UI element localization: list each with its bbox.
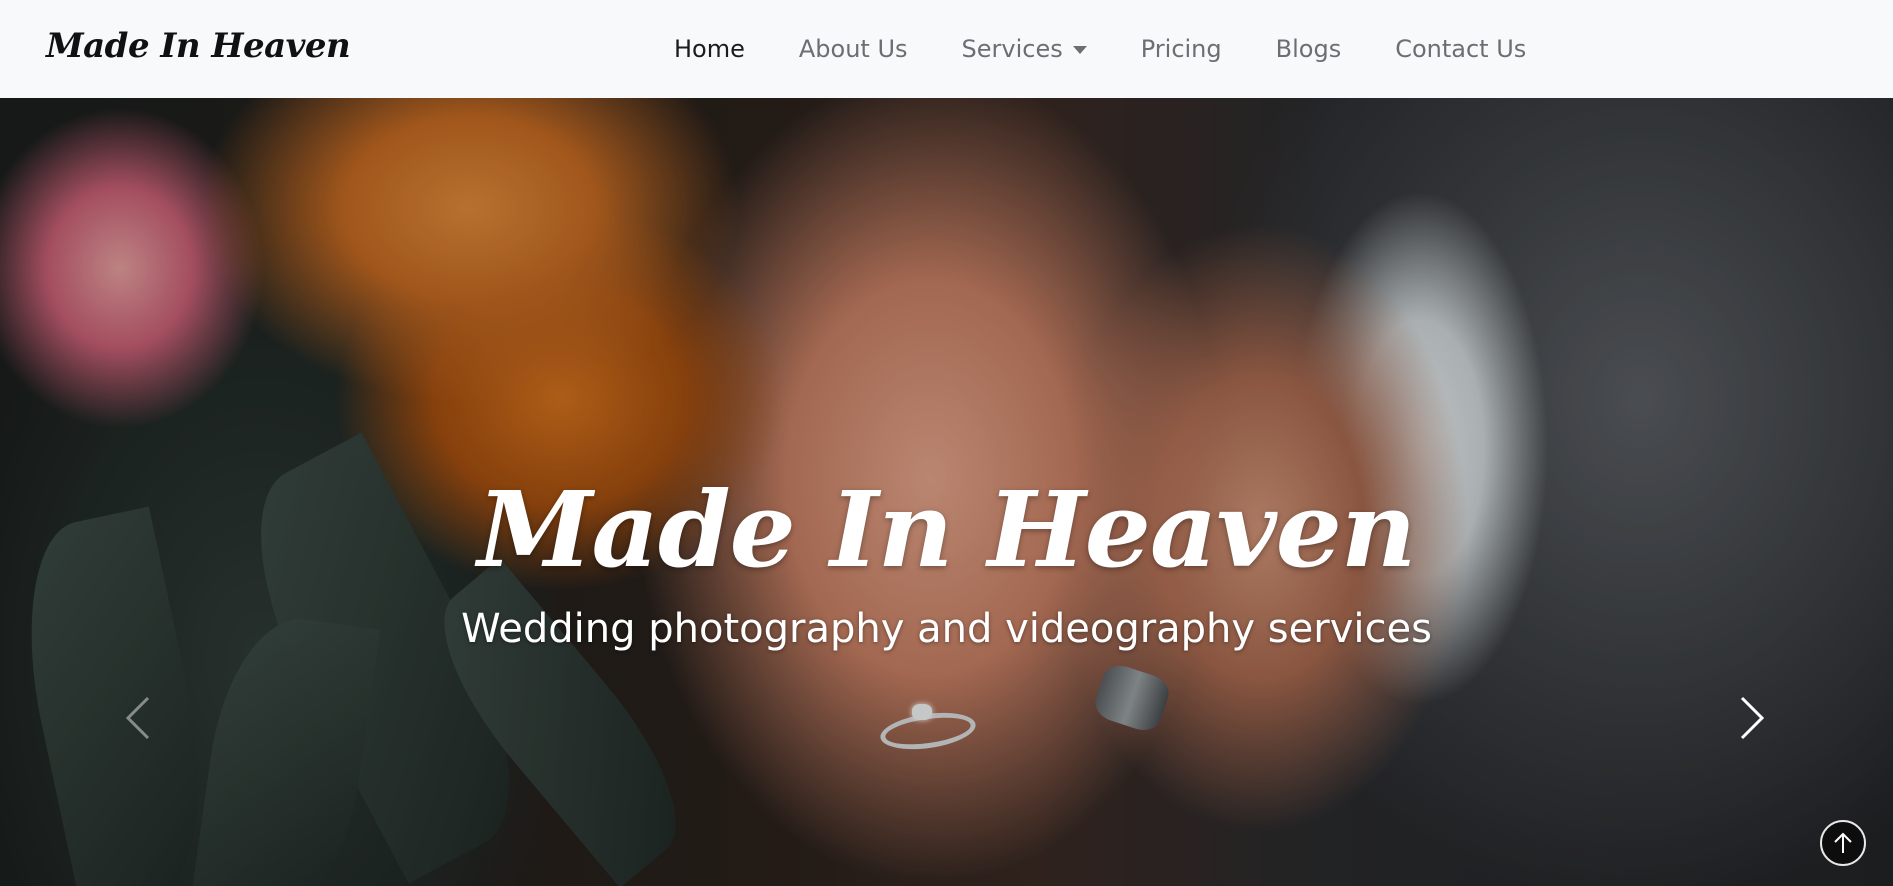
navbar: Made In Heaven Home About Us Services Pr… bbox=[0, 0, 1893, 98]
nav-item-about-us[interactable]: About Us bbox=[799, 35, 908, 63]
back-to-top-button[interactable] bbox=[1820, 820, 1866, 866]
arrow-up-icon bbox=[1834, 832, 1852, 853]
chevron-right-icon bbox=[1740, 696, 1765, 740]
nav-item-pricing[interactable]: Pricing bbox=[1141, 35, 1222, 63]
nav-item-blogs[interactable]: Blogs bbox=[1276, 35, 1342, 63]
hero-subtitle: Wedding photography and videography serv… bbox=[461, 606, 1432, 652]
nav-item-label: Blogs bbox=[1275, 35, 1342, 63]
carousel-prev-button[interactable] bbox=[110, 688, 170, 748]
nav-item-home[interactable]: Home bbox=[674, 35, 745, 63]
caret-down-icon bbox=[1072, 46, 1087, 54]
hero-title: Made In Heaven bbox=[477, 468, 1416, 591]
nav-item-label: Pricing bbox=[1140, 35, 1222, 63]
chevron-left-icon bbox=[125, 696, 150, 740]
main-nav: Home About Us Services Pricing Blogs Con… bbox=[674, 0, 1580, 98]
nav-item-label: About Us bbox=[798, 35, 908, 63]
nav-item-contact-us[interactable]: Contact Us bbox=[1395, 35, 1526, 63]
brand-logo[interactable]: Made In Heaven bbox=[46, 26, 351, 66]
nav-item-label: Services bbox=[961, 35, 1063, 63]
hero-carousel: Made In Heaven Wedding photography and v… bbox=[0, 98, 1893, 886]
carousel-next-button[interactable] bbox=[1720, 688, 1780, 748]
nav-item-services-dropdown[interactable]: Services bbox=[962, 35, 1087, 63]
nav-item-label: Contact Us bbox=[1395, 35, 1527, 63]
nav-item-label: Home bbox=[674, 35, 745, 63]
